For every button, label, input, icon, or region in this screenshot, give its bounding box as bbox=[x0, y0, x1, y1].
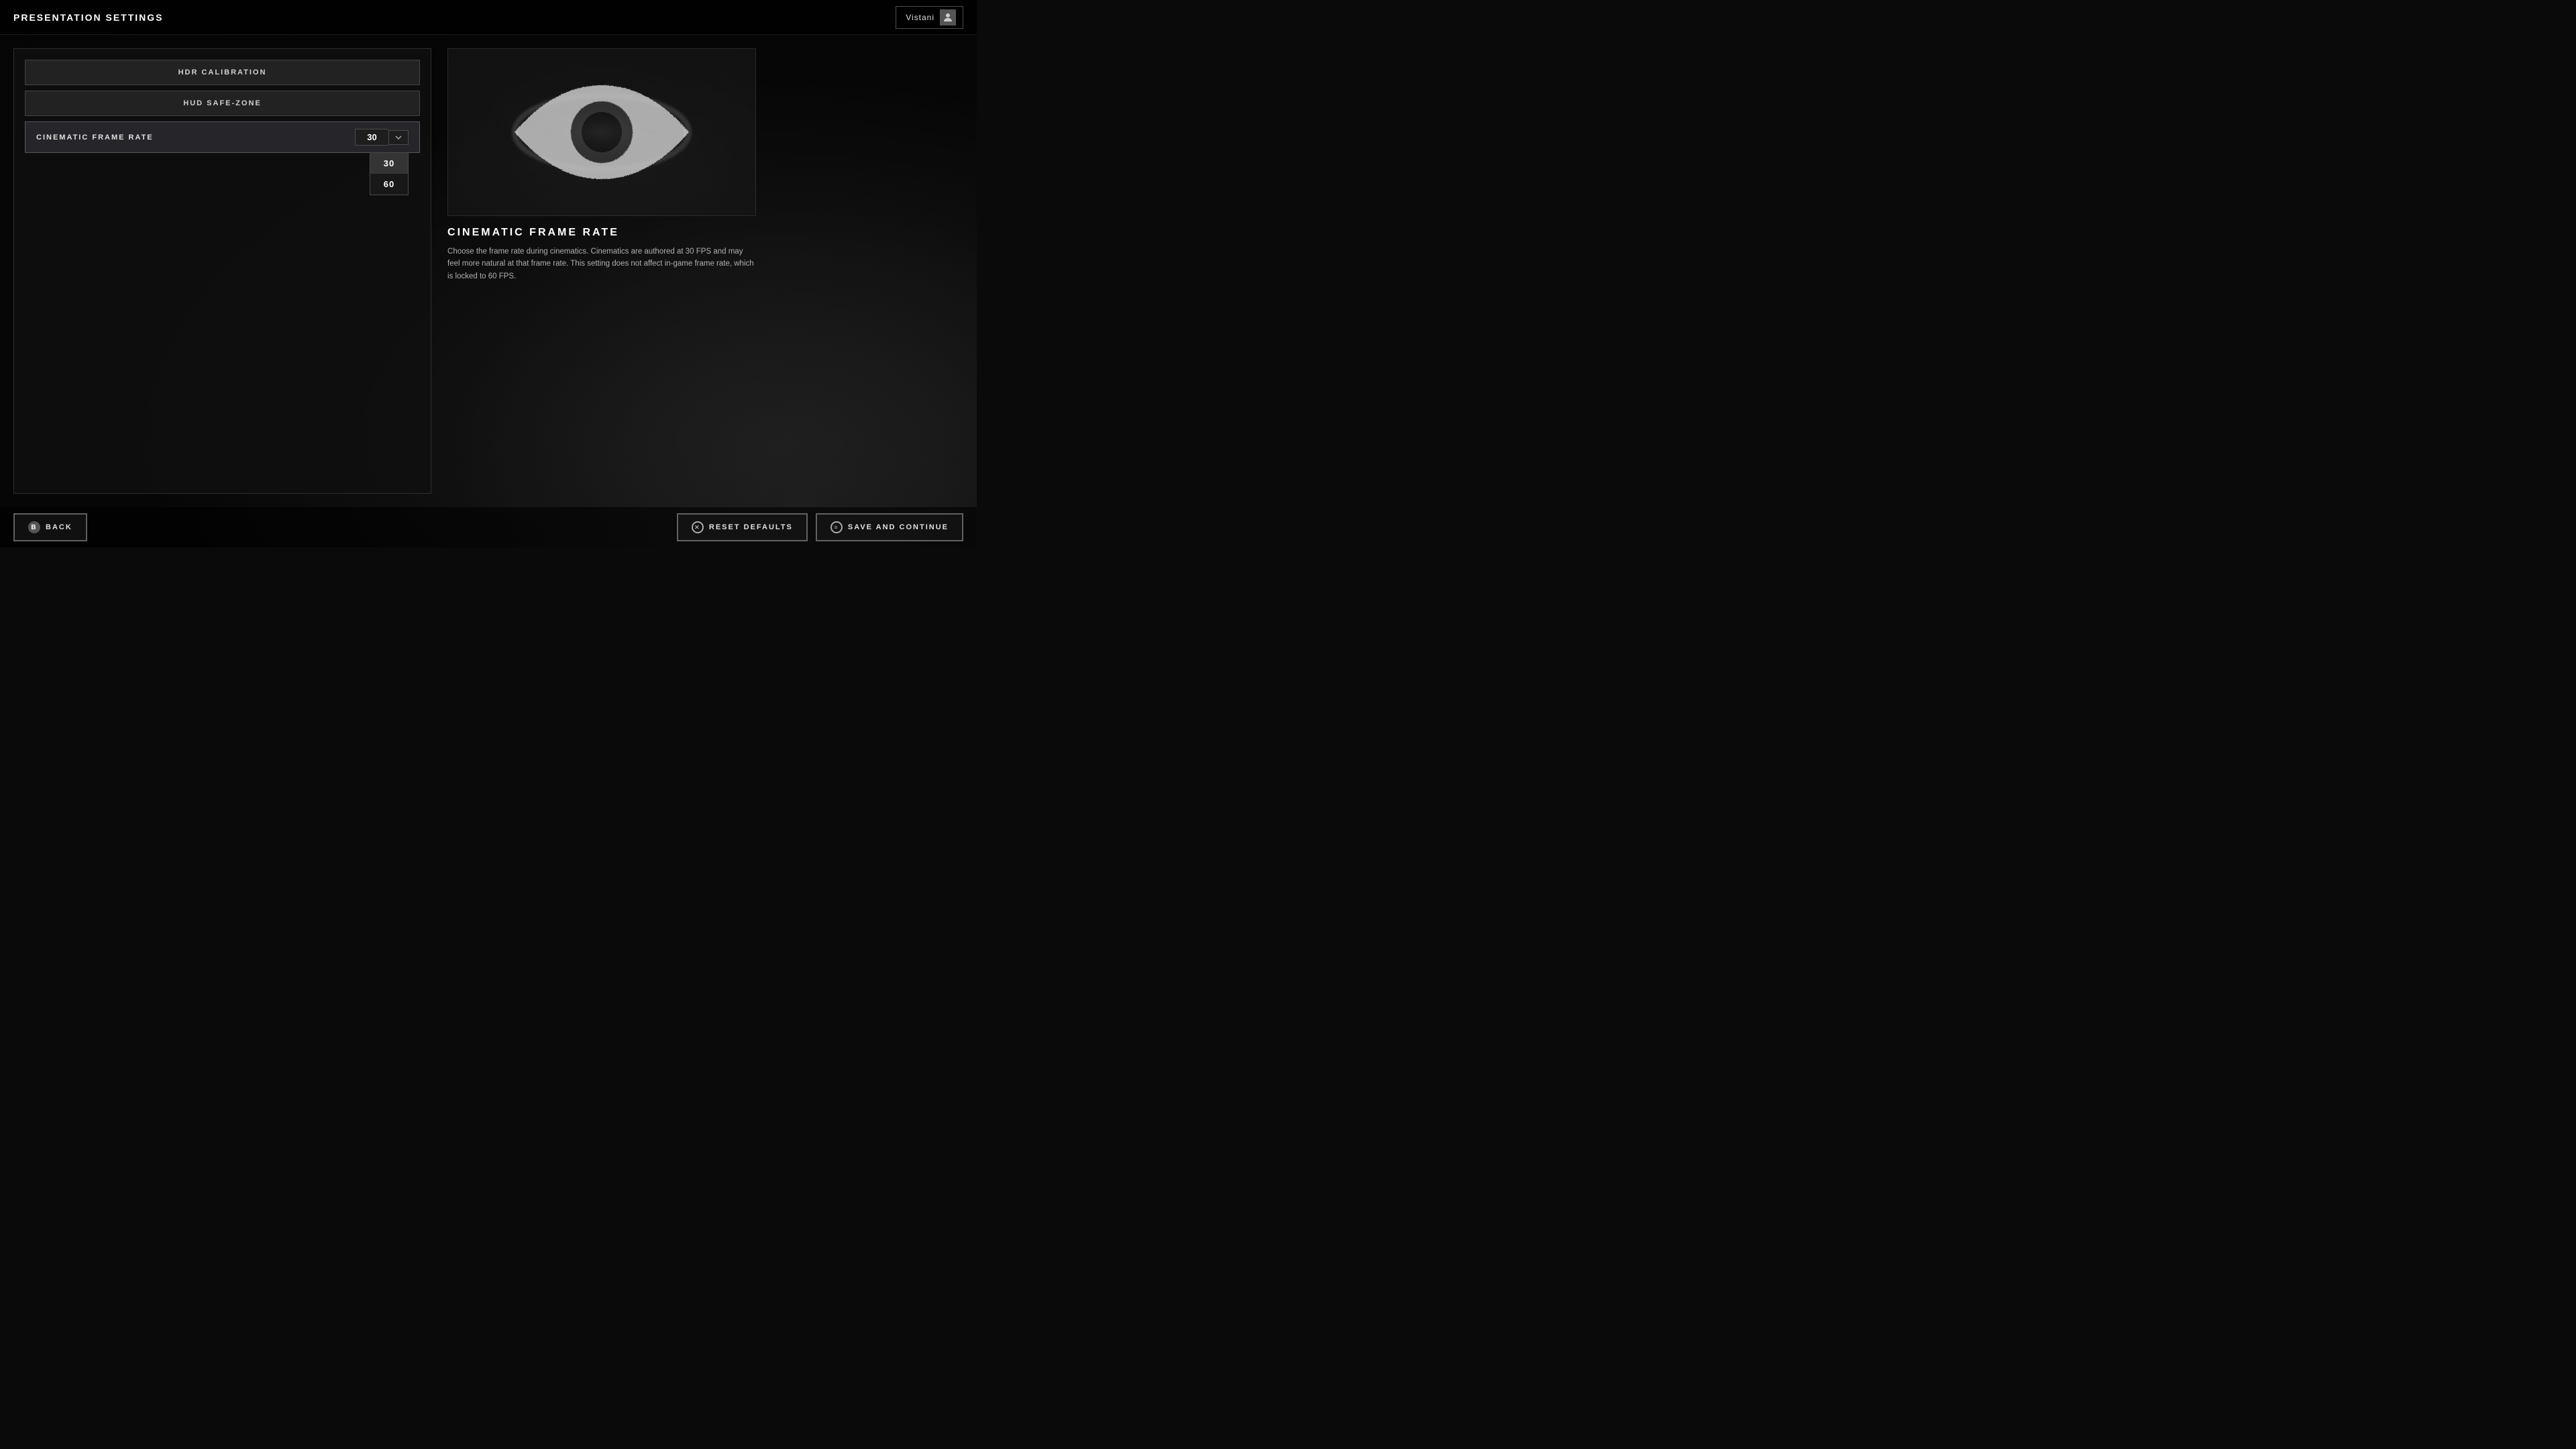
setting-value-wrapper: 30 bbox=[355, 129, 409, 146]
footer: B BACK ✕ RESET DEFAULTS ≡ SAVE AND CONTI… bbox=[0, 507, 977, 547]
reset-button-icon: ✕ bbox=[692, 521, 704, 533]
eye-preview-icon bbox=[508, 78, 696, 186]
header: PRESENTATION SETTINGS Vistani bbox=[0, 0, 977, 35]
preview-image bbox=[447, 48, 756, 216]
save-button-label: SAVE AND CONTINUE bbox=[848, 523, 949, 531]
info-description: Choose the frame rate during cinematics.… bbox=[447, 246, 756, 282]
dropdown-arrow-icon[interactable] bbox=[388, 130, 409, 145]
back-button-label: BACK bbox=[46, 523, 72, 531]
frame-rate-dropdown: 30 60 bbox=[370, 152, 409, 195]
dropdown-option-60[interactable]: 60 bbox=[370, 174, 408, 195]
hud-safe-zone-button[interactable]: HUD SAFE-ZONE bbox=[25, 91, 420, 116]
cinematic-frame-rate-value: 30 bbox=[355, 129, 388, 146]
dropdown-option-30[interactable]: 30 bbox=[370, 153, 408, 174]
user-badge: Vistani bbox=[896, 6, 963, 29]
save-continue-button[interactable]: ≡ SAVE AND CONTINUE bbox=[816, 513, 963, 541]
right-panel: CINEMATIC FRAME RATE Choose the frame ra… bbox=[431, 48, 963, 494]
save-button-icon: ≡ bbox=[830, 521, 843, 533]
cinematic-frame-rate-row[interactable]: CINEMATIC FRAME RATE 30 30 60 bbox=[25, 121, 420, 153]
info-title: CINEMATIC FRAME RATE bbox=[447, 227, 963, 239]
hdr-calibration-button[interactable]: HDR CALIBRATION bbox=[25, 60, 420, 85]
back-button-icon: B bbox=[28, 521, 40, 533]
footer-right: ✕ RESET DEFAULTS ≡ SAVE AND CONTINUE bbox=[677, 513, 963, 541]
page-title: PRESENTATION SETTINGS bbox=[13, 12, 164, 23]
user-name: Vistani bbox=[906, 13, 934, 22]
reset-button-label: RESET DEFAULTS bbox=[709, 523, 793, 531]
left-panel: HDR CALIBRATION HUD SAFE-ZONE CINEMATIC … bbox=[13, 48, 431, 494]
footer-left: B BACK bbox=[13, 513, 87, 541]
cinematic-frame-rate-label: CINEMATIC FRAME RATE bbox=[36, 133, 154, 142]
main-content: HDR CALIBRATION HUD SAFE-ZONE CINEMATIC … bbox=[0, 35, 977, 507]
user-avatar-icon bbox=[940, 9, 956, 25]
back-button[interactable]: B BACK bbox=[13, 513, 87, 541]
reset-defaults-button[interactable]: ✕ RESET DEFAULTS bbox=[677, 513, 808, 541]
